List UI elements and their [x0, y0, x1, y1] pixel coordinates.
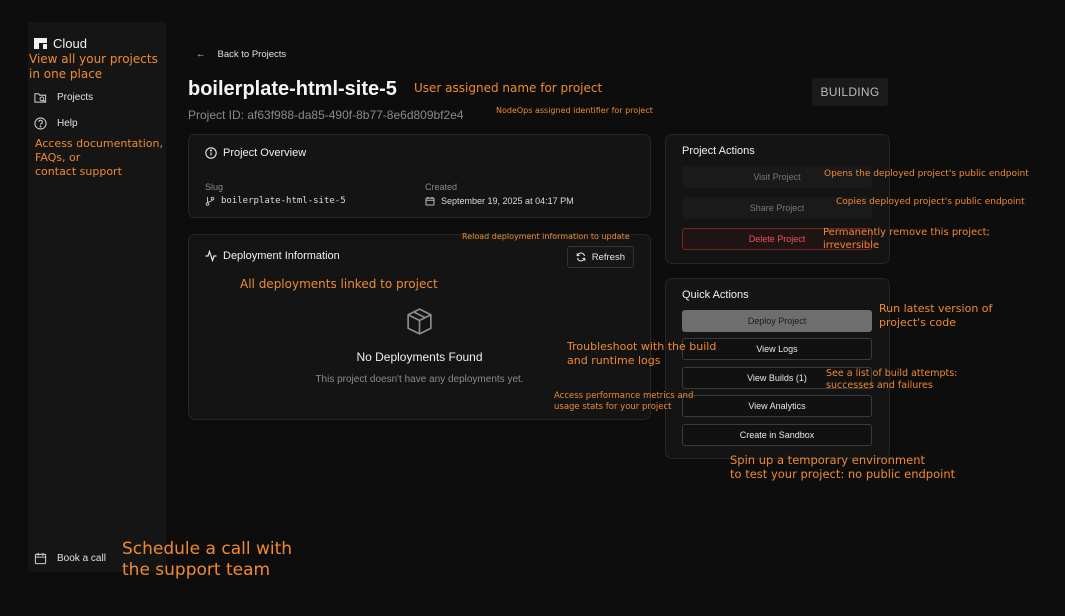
annotation-sandbox: Spin up a temporary environment to test … — [730, 453, 956, 482]
back-label: Back to Projects — [217, 49, 287, 60]
create-sandbox-button[interactable]: Create in Sandbox — [682, 424, 872, 446]
calendar-icon — [34, 552, 47, 565]
brand-name: Cloud — [53, 36, 87, 51]
calendar-icon — [425, 197, 435, 206]
annotation-analytics: Access performance metrics and usage sta… — [554, 391, 694, 412]
project-overview-card: Project Overview Slug boilerplate-html-s… — [188, 134, 651, 218]
annotation-title: User assigned name for project — [414, 81, 603, 95]
annotation-view-projects: View all your projects in one place — [29, 52, 158, 81]
deploy-project-button[interactable]: Deploy Project — [682, 310, 872, 332]
status-badge: BUILDING — [812, 78, 888, 106]
activity-icon — [205, 250, 217, 262]
info-icon — [205, 147, 217, 159]
annotation-reload: Reload deployment information to update — [462, 232, 630, 241]
annotation-book-call: Schedule a call with the support team — [122, 539, 293, 581]
book-call-label: Book a call — [57, 553, 106, 564]
slug-label: Slug — [205, 182, 224, 192]
annotation-project-id: NodeOps assigned identifier for project — [496, 106, 653, 115]
git-branch-icon — [205, 196, 215, 206]
created-label: Created — [425, 182, 458, 192]
created-value: September 19, 2025 at 04:17 PM — [425, 196, 574, 206]
view-analytics-button[interactable]: View Analytics — [682, 395, 872, 417]
cloud-logo-icon — [34, 38, 47, 49]
annotation-logs: Troubleshoot with the build and runtime … — [567, 340, 717, 367]
page-title: boilerplate-html-site-5 — [188, 78, 397, 100]
refresh-icon — [576, 252, 586, 262]
sidebar: Cloud Projects Help Book a call — [28, 22, 166, 572]
deployment-title: Deployment Information — [223, 250, 340, 262]
annotation-builds: See a list of build attempts: successes … — [826, 368, 958, 391]
empty-state-text: This project doesn't have any deployment… — [315, 374, 524, 385]
quick-actions-title: Quick Actions — [682, 289, 749, 301]
folder-search-icon — [34, 93, 47, 103]
refresh-button[interactable]: Refresh — [566, 246, 634, 268]
brand-logo[interactable]: Cloud — [34, 36, 87, 51]
annotation-share: Copies deployed project's public endpoin… — [836, 197, 1025, 207]
sidebar-item-label: Help — [57, 118, 78, 129]
slug-value: boilerplate-html-site-5 — [205, 196, 346, 206]
annotation-help: Access documentation, FAQs, or contact s… — [35, 137, 163, 178]
annotation-visit: Opens the deployed project's public endp… — [824, 169, 1029, 179]
project-id: Project ID: af63f988-da85-490f-8b77-8e6d… — [188, 108, 464, 122]
package-icon — [407, 308, 432, 335]
help-circle-icon — [34, 117, 47, 130]
book-call-button[interactable]: Book a call — [34, 552, 106, 565]
project-actions-title: Project Actions — [682, 145, 755, 157]
back-to-projects-link[interactable]: ← Back to Projects — [196, 49, 286, 60]
overview-title: Project Overview — [223, 147, 307, 159]
deployment-header: Deployment Information — [205, 250, 340, 262]
slug-text: boilerplate-html-site-5 — [221, 196, 346, 206]
refresh-label: Refresh — [591, 251, 625, 263]
sidebar-item-projects[interactable]: Projects — [34, 91, 93, 104]
overview-header: Project Overview — [205, 147, 306, 159]
sidebar-item-help[interactable]: Help — [34, 117, 78, 130]
annotation-deploy: Run latest version of project's code — [879, 302, 993, 329]
arrow-left-icon: ← — [196, 49, 206, 60]
annotation-delete: Permanently remove this project; irrever… — [823, 227, 990, 251]
created-text: September 19, 2025 at 04:17 PM — [441, 196, 574, 206]
annotation-deployments: All deployments linked to project — [240, 277, 438, 291]
sidebar-item-label: Projects — [57, 92, 94, 103]
